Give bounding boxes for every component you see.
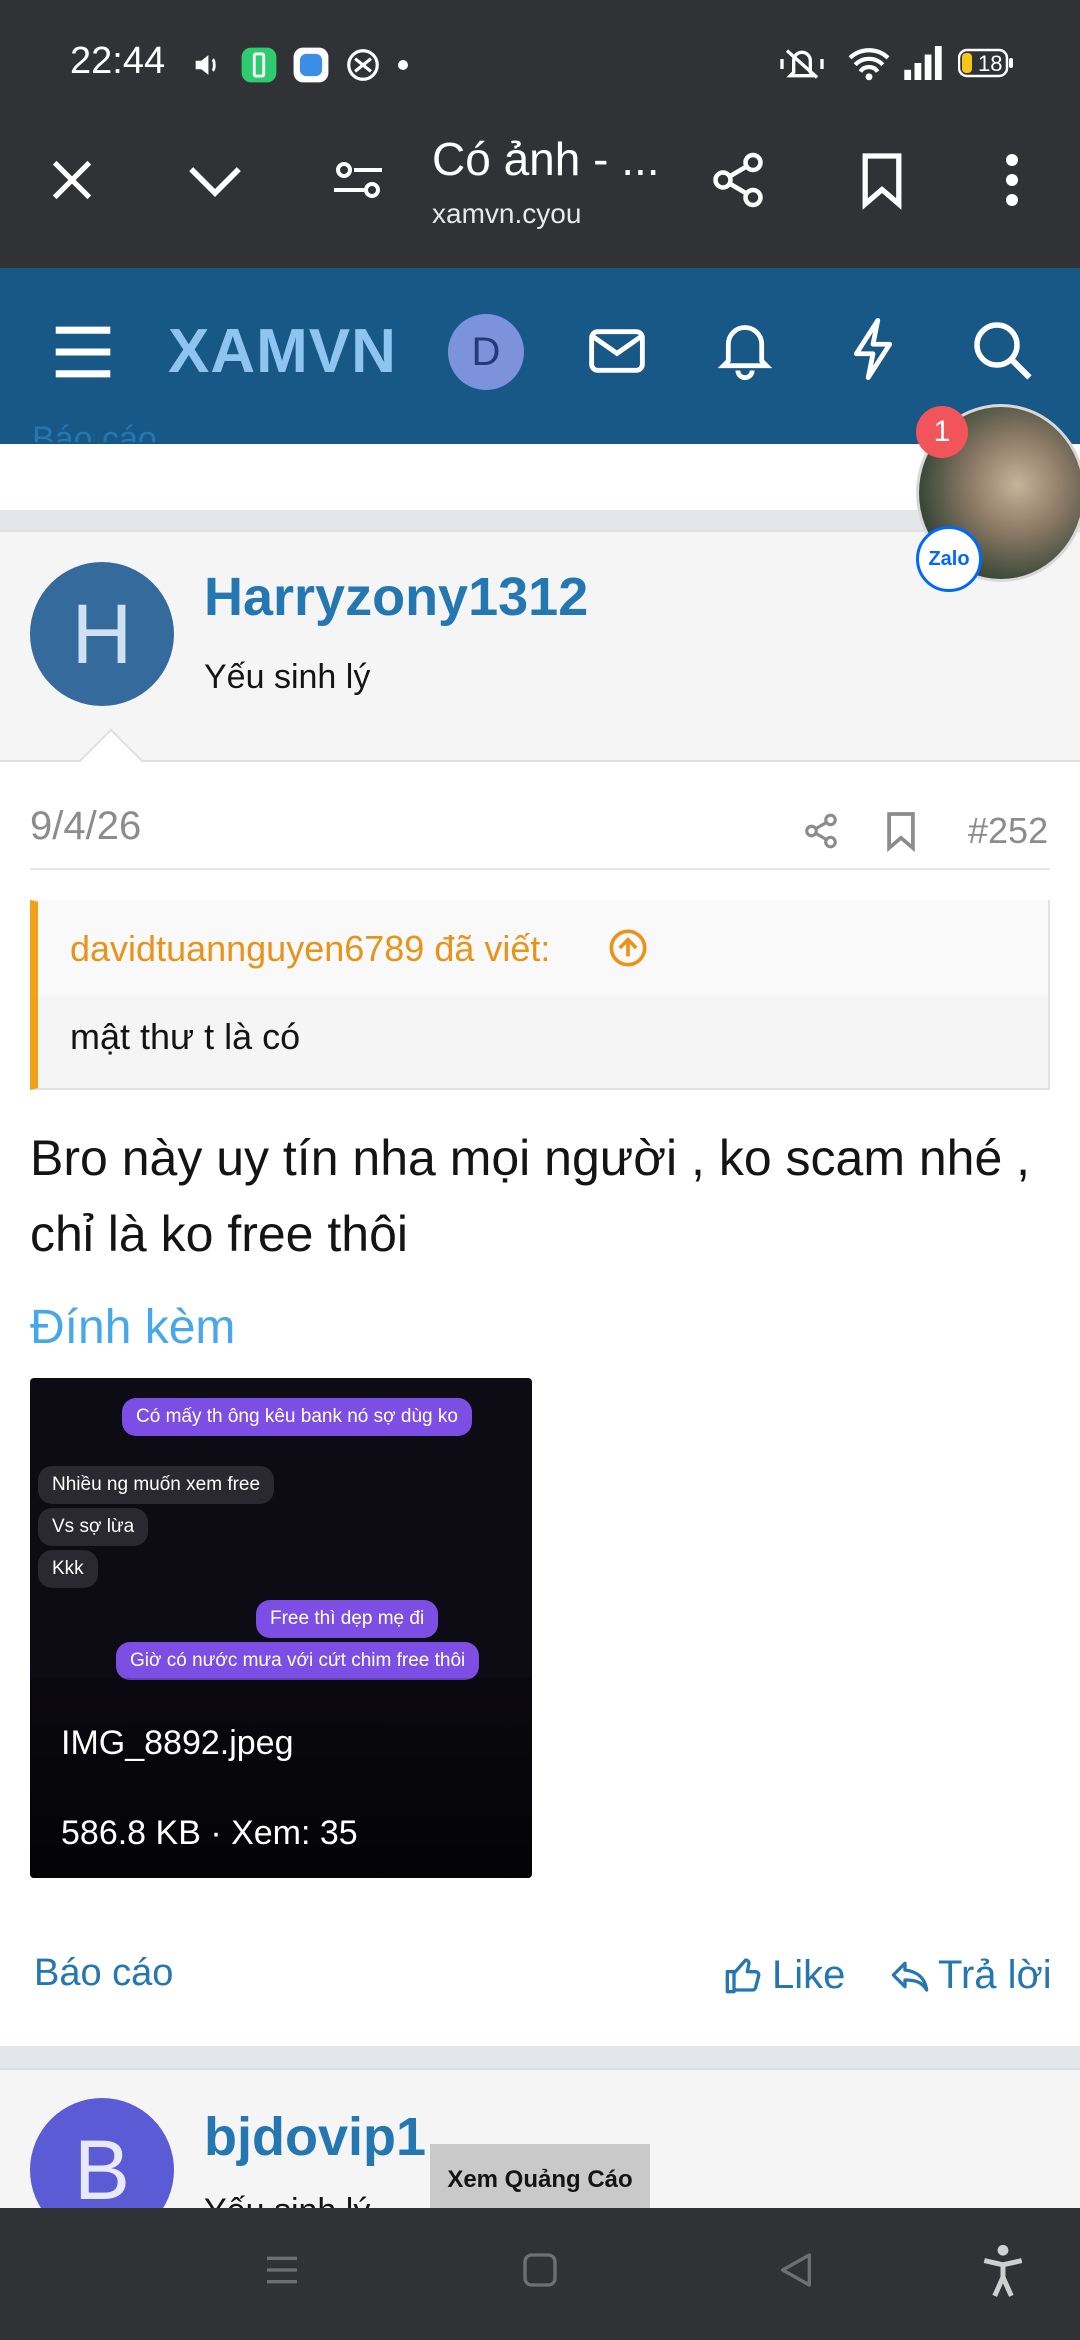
bookmark-icon[interactable] (858, 150, 906, 210)
page-settings-icon[interactable] (332, 156, 384, 204)
next-post-username[interactable]: bjdovip1 (204, 2106, 426, 2168)
battery-level: 18 (978, 51, 1003, 76)
attachments-heading: Đính kèm (30, 1301, 236, 1354)
attachment-filename: IMG_8892.jpeg (61, 1724, 294, 1762)
back-icon[interactable] (776, 2250, 816, 2290)
notification-badge: 1 (916, 406, 968, 458)
close-icon[interactable] (46, 154, 98, 206)
status-clock: 22:44 (70, 40, 166, 82)
signal-icon (902, 46, 944, 80)
ad-button[interactable]: Xem Quảng Cáo (430, 2144, 650, 2216)
zalo-chat-bubble[interactable]: 1 Zalo (916, 404, 1080, 592)
attachment-thumbnail[interactable]: Có mấy th ông kêu bank nó sợ dùg ko Nhiề… (30, 1378, 532, 1878)
lightning-icon[interactable] (848, 318, 898, 380)
post-bookmark-icon[interactable] (884, 810, 918, 852)
menu-icon[interactable] (50, 322, 116, 382)
chat-bubble: Kkk (38, 1550, 98, 1588)
post-meta-divider (30, 868, 1050, 870)
quote-author[interactable]: davidtuannguyen6789 đã viết: (70, 928, 550, 970)
tab-domain: xamvn.cyou (432, 198, 582, 229)
post-user-title: Yếu sinh lý (204, 658, 371, 696)
site-logo[interactable]: XAMVN (168, 316, 397, 387)
attachment-meta: 586.8 KB · Xem: 35 (61, 1814, 358, 1852)
recents-icon[interactable] (262, 2250, 302, 2290)
post-username[interactable]: Harryzony1312 (204, 566, 588, 628)
chat-bubble: Có mấy th ông kêu bank nó sợ dùg ko (122, 1398, 472, 1436)
report-link[interactable]: Báo cáo (34, 1952, 173, 1995)
quote-text: mật thư t là có (70, 1016, 301, 1057)
arrow-up-circle-icon[interactable] (608, 928, 648, 968)
like-label: Like (772, 1952, 846, 1997)
home-icon[interactable] (520, 2250, 560, 2290)
more-icon[interactable] (996, 150, 1028, 210)
dot-icon (398, 60, 408, 70)
share-icon[interactable] (708, 150, 768, 210)
bell-icon[interactable] (718, 318, 772, 380)
chat-bubble: Nhiều ng muốn xem free (38, 1466, 275, 1504)
post-avatar[interactable]: H (30, 562, 174, 706)
zalo-logo-icon: Zalo (916, 526, 982, 592)
tab-title[interactable]: Có ảnh - ... (432, 132, 660, 186)
chat-bubble: Free thì dẹp mẹ đi (256, 1600, 439, 1638)
chevron-down-icon[interactable] (184, 154, 246, 206)
chat-bubble: Vs sợ lừa (38, 1508, 149, 1546)
reply-button[interactable]: Trả lời (890, 1950, 1052, 2000)
volume-icon (190, 48, 224, 82)
thumbs-up-icon (724, 1955, 764, 1995)
mail-icon[interactable] (588, 326, 646, 376)
vpn-icon (344, 46, 382, 84)
like-button[interactable]: Like (724, 1950, 845, 2000)
accessibility-icon[interactable] (978, 2244, 1028, 2298)
reply-label: Trả lời (938, 1952, 1052, 1997)
post-separator (0, 2046, 1080, 2068)
post-number[interactable]: #252 (968, 810, 1048, 852)
search-icon[interactable] (972, 320, 1032, 380)
post-date[interactable]: 9/4/26 (30, 804, 141, 849)
post-body: Bro này uy tín nha mọi người , ko scam n… (30, 1130, 1031, 1262)
chat-bubble: Giờ có nước mưa với cứt chim free thôi (116, 1642, 480, 1680)
reply-icon (890, 1955, 930, 1995)
app-icon (292, 46, 330, 84)
wifi-icon (848, 44, 890, 82)
mute-icon (780, 44, 824, 84)
avatar[interactable]: D (448, 314, 524, 390)
battery-saver-app-icon (240, 46, 278, 84)
post-share-icon[interactable] (802, 812, 840, 850)
